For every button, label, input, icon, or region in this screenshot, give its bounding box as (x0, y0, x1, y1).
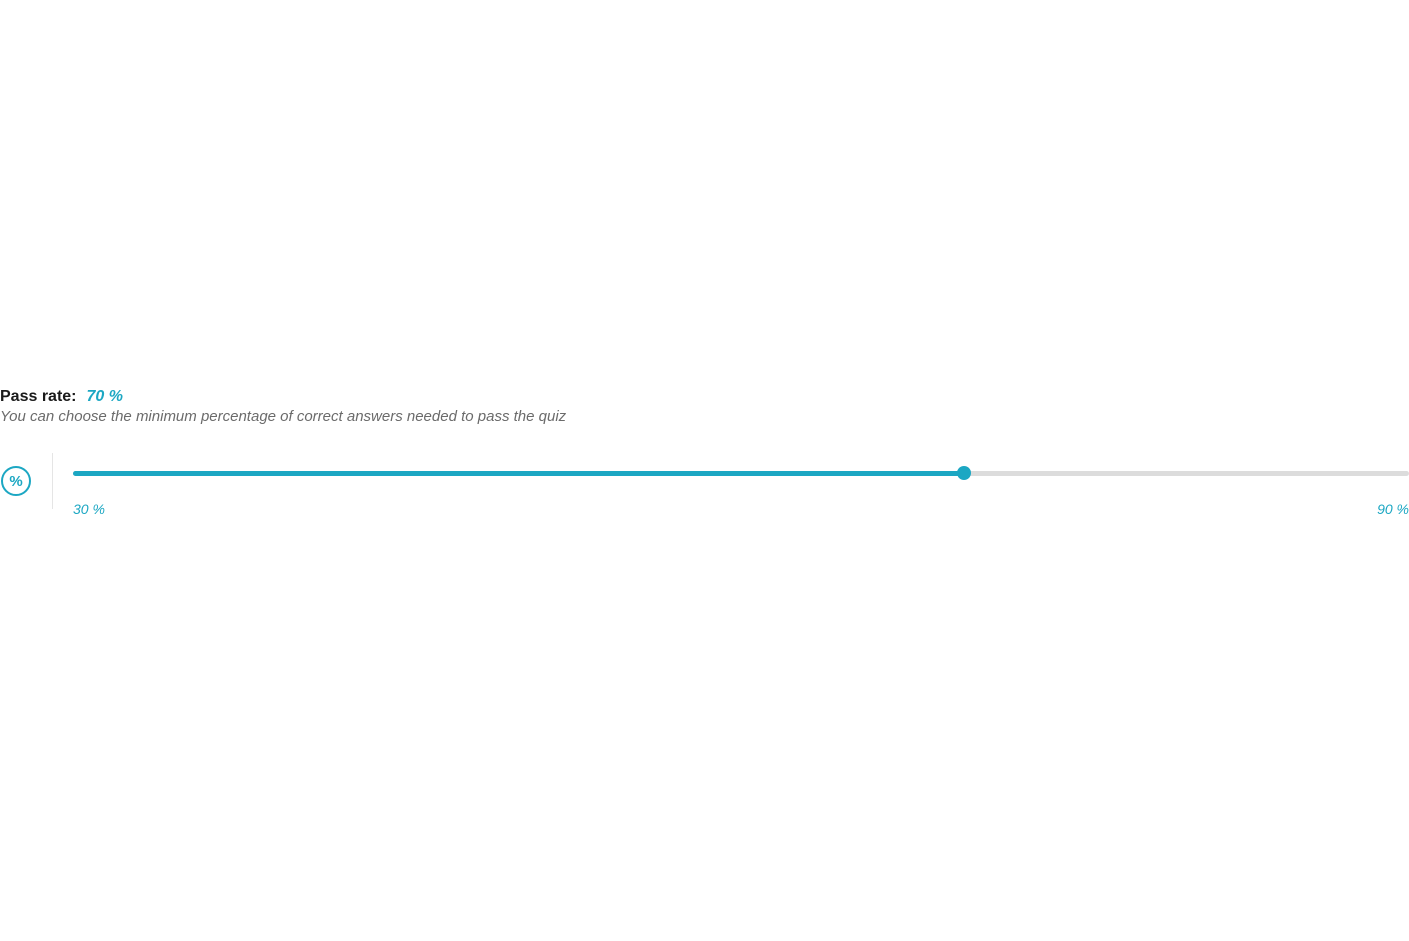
pass-rate-header: Pass rate: 70 % (0, 388, 1409, 406)
slider-min-label: 30 % (73, 501, 105, 517)
pass-rate-label: Pass rate: (0, 388, 77, 406)
slider-thumb[interactable] (957, 466, 971, 480)
pass-rate-section: Pass rate: 70 % You can choose the minim… (0, 388, 1409, 517)
pass-rate-value: 70 % (87, 388, 123, 406)
slider-container: 30 % 90 % (73, 453, 1409, 517)
slider-max-label: 90 % (1377, 501, 1409, 517)
pass-rate-description: You can choose the minimum percentage of… (0, 408, 1409, 425)
percent-icon-circle: % (1, 466, 31, 496)
percent-icon: % (0, 465, 32, 497)
vertical-divider (52, 453, 53, 509)
slider-track-fill (73, 471, 964, 476)
pass-rate-slider[interactable] (73, 465, 1409, 481)
slider-labels: 30 % 90 % (73, 501, 1409, 517)
slider-row: % 30 % 90 % (0, 453, 1409, 517)
